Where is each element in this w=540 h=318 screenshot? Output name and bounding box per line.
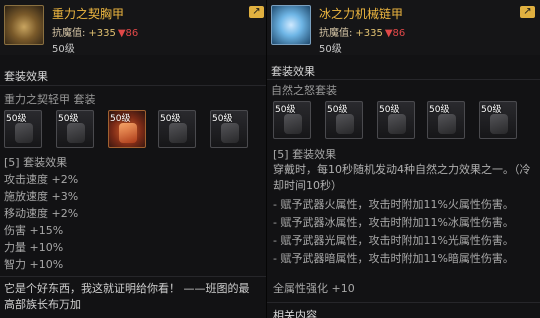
armor-piece-icon [490,114,508,134]
armor-piece-icon [336,114,354,134]
set-piece-slot[interactable]: 50级 [4,110,42,148]
item-name: 冰之力机械链甲 [319,7,404,21]
stat-diff: ▼86 [384,28,406,39]
set-effect-heading: 套装效果 [271,65,315,78]
compare-arrow-icon[interactable]: ↗ [520,6,535,18]
set-piece-slot[interactable]: 50级 [325,101,363,139]
divider [267,302,540,303]
set-piece-slot[interactable]: 50级 [427,101,465,139]
flavor-text: 它是个好东西，我这就证明给你看！ ——班图的最高部族长布万加 [4,282,250,311]
effects-title: [5] 套装效果 [273,148,337,161]
stat-diff: ▼86 [117,28,139,39]
divider [0,85,266,86]
bullet-line: - 赋予武器火属性，攻击时附加11%火属性伤害。 [273,198,514,211]
effect-line: 攻击速度 +2% [4,173,79,186]
effect-line: 智力 +10% [4,258,64,271]
bullet-line: - 赋予武器冰属性，攻击时附加11%冰属性伤害。 [273,216,514,229]
armor-piece-icon [221,123,239,143]
stat-label: 抗魔值: [319,28,353,39]
armor-piece-icon [388,114,406,134]
effect-line: 伤害 +15% [4,224,64,237]
set-piece-slot[interactable]: 50级 [210,110,248,148]
item-name: 重力之契胸甲 [52,7,125,21]
set-name: 自然之怒套装 [271,84,337,97]
right-item-panel: 冰之力机械链甲 抗魔值: +335 ▼86 50级 ↗ 套装效果 自然之怒套装 50… [267,0,540,318]
effect-line: 施放速度 +3% [4,190,79,203]
compare-arrow-icon[interactable]: ↗ [249,6,264,18]
bullet-line: - 赋予武器暗属性，攻击时附加11%暗属性伤害。 [273,252,514,265]
set-description: 穿戴时，每10秒随机发动4种自然之力效果之一。（冷却时间10秒） [273,163,531,192]
level-tag: 50级 [319,44,342,55]
armor-piece-icon [119,123,137,143]
magic-resist-stat: 抗魔值: +335 ▼86 [52,24,138,39]
armor-piece-icon [169,123,187,143]
stat-value: +335 [355,28,383,39]
bullet-line: - 赋予武器光属性，攻击时附加11%光属性伤害。 [273,234,514,247]
armor-piece-icon [67,123,85,143]
stat-value: +335 [88,28,116,39]
effect-line: 移动速度 +2% [4,207,79,220]
level-tag: 50级 [52,44,75,55]
armor-piece-icon [438,114,456,134]
item-header: 重力之契胸甲 抗魔值: +335 ▼86 50级 ↗ [0,0,266,55]
armor-piece-icon [15,123,33,143]
magic-resist-stat: 抗魔值: +335 ▼86 [319,24,405,39]
item-portrait-chain-armor[interactable] [271,5,311,45]
set-name: 重力之契轻甲 套装 [4,93,96,106]
set-effect-heading: 套装效果 [4,70,48,83]
set-piece-slot[interactable]: 50级 [479,101,517,139]
armor-piece-icon [284,114,302,134]
stat-label: 抗魔值: [52,28,86,39]
left-item-panel: 重力之契胸甲 抗魔值: +335 ▼86 50级 ↗ 套装效果 重力之契轻甲 套装 … [0,0,267,318]
item-header: 冰之力机械链甲 抗魔值: +335 ▼86 50级 ↗ [267,0,540,55]
set-piece-slot[interactable]: 50级 [158,110,196,148]
effect-line: 力量 +10% [4,241,64,254]
related-content-heading: 相关内容 [273,309,317,318]
set-piece-slot[interactable]: 50级 [273,101,311,139]
set-piece-slot[interactable]: 50级 [377,101,415,139]
item-portrait-chest-armor[interactable] [4,5,44,45]
effects-title: [5] 套装效果 [4,156,68,169]
divider [0,276,266,277]
set-piece-slot[interactable]: 50级 [56,110,94,148]
attribute-enhance: 全属性强化 +10 [273,282,355,295]
set-piece-slot-current[interactable]: 50级 [108,110,146,148]
divider [267,79,540,80]
